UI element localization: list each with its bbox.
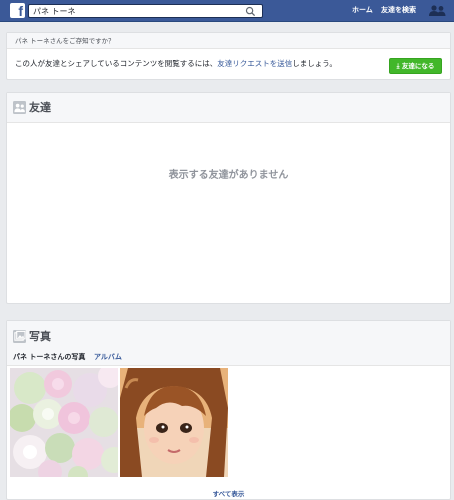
message-suffix: しましょう。 — [292, 59, 337, 68]
top-navigation-bar: f パネ トーネ ホーム 友達を検索 — [0, 0, 454, 22]
photos-header: 写真 パネ トーネさんの写真 アルバム — [7, 321, 450, 366]
photos-title: 写真 — [29, 330, 51, 343]
message-prefix: この人が友達とシェアしているコンテンツを閲覧するには、 — [15, 59, 218, 68]
friends-header: 友達 — [7, 93, 450, 123]
send-friend-request-link[interactable]: 友達リクエストを送信 — [217, 59, 292, 68]
add-friend-button[interactable]: ⤓ 友達になる — [389, 58, 442, 74]
nav-find-friends-link[interactable]: 友達を検索 — [381, 5, 416, 16]
tab-user-photos[interactable]: パネ トーネさんの写真 — [13, 352, 85, 362]
friend-requests-icon[interactable] — [428, 5, 448, 17]
do-you-know-card: パネ トーネさんをご存知ですか？ この人が友達とシェアしているコンテンツを閲覧す… — [6, 32, 451, 80]
photo-thumbnail[interactable] — [10, 368, 118, 477]
search-input-value: パネ トーネ — [33, 7, 76, 16]
friends-icon — [13, 101, 26, 114]
candy-photo-image — [10, 368, 118, 477]
do-you-know-heading: パネ トーネさんをご存知ですか？ — [7, 33, 450, 49]
add-friend-label: 友達になる — [401, 62, 435, 70]
search-icon[interactable] — [245, 6, 256, 17]
facebook-logo-icon[interactable]: f — [10, 3, 25, 18]
do-you-know-message: この人が友達とシェアしているコンテンツを閲覧するには、友達リクエストを送信しまし… — [15, 58, 337, 69]
no-friends-message: 表示する友達がありません — [168, 170, 289, 181]
photos-icon — [13, 330, 26, 343]
portrait-photo-image — [120, 368, 228, 477]
tab-albums[interactable]: アルバム — [94, 352, 122, 362]
photos-section: 写真 パネ トーネさんの写真 アルバム すべて表示 — [6, 320, 451, 500]
friends-section: 友達 表示する友達がありません — [6, 92, 451, 304]
see-all-photos-link[interactable]: すべて表示 — [7, 488, 450, 498]
search-input[interactable]: パネ トーネ — [28, 4, 263, 18]
nav-home-link[interactable]: ホーム — [352, 5, 373, 16]
photo-thumbnail[interactable] — [120, 368, 228, 477]
friends-title: 友達 — [29, 101, 51, 114]
